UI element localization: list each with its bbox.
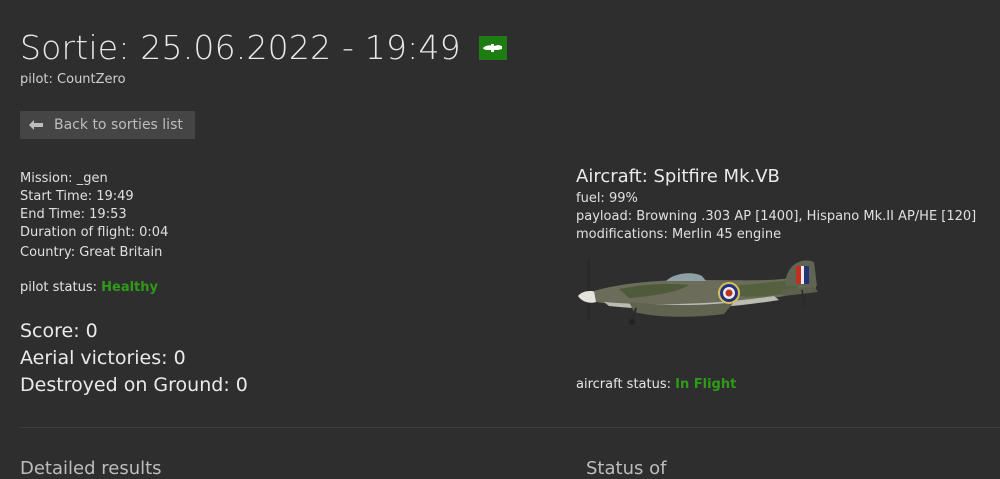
aircraft-status-label: aircraft status: — [576, 377, 671, 392]
aircraft-status: aircraft status: In Flight — [576, 377, 736, 392]
start-time-line: Start Time: 19:49 — [20, 189, 134, 204]
aircraft-info: Aircraft: Spitfire Mk.VB fuel: 99% paylo… — [576, 166, 976, 244]
country-flag-icon — [478, 35, 507, 60]
ground-destroyed-line: Destroyed on Ground: 0 — [20, 374, 248, 396]
detailed-results-heading: Detailed results — [20, 458, 162, 479]
pilot-status: pilot status: Healthy — [20, 280, 158, 295]
mission-line: Mission: _gen — [20, 171, 108, 186]
back-button-label: Back to sorties list — [54, 117, 183, 133]
score-summary: Score: 0 Aerial victories: 0 Destroyed o… — [20, 318, 248, 399]
end-time-line: End Time: 19:53 — [20, 207, 127, 222]
aerial-victories-line: Aerial victories: 0 — [20, 347, 186, 369]
back-to-sorties-button[interactable]: Back to sorties list — [20, 111, 195, 139]
status-heading: Status of — [586, 458, 667, 479]
duration-line: Duration of flight: 0:04 — [20, 225, 169, 240]
title-row: Sortie: 25.06.2022 - 19:49 — [20, 28, 507, 67]
aircraft-title: Aircraft: Spitfire Mk.VB — [576, 166, 780, 187]
payload-line: payload: Browning .303 AP [1400], Hispan… — [576, 209, 977, 224]
section-divider — [20, 427, 1000, 428]
arrow-left-icon — [29, 118, 45, 132]
pilot-name: pilot: CountZero — [20, 72, 126, 87]
modifications-line: modifications: Merlin 45 engine — [576, 227, 782, 242]
page-title: Sortie: 25.06.2022 - 19:49 — [20, 28, 461, 67]
score-line: Score: 0 — [20, 320, 98, 342]
spitfire-image — [574, 256, 824, 326]
aircraft-status-value: In Flight — [675, 377, 737, 392]
country-line: Country: Great Britain — [20, 245, 163, 260]
pilot-status-label: pilot status: — [20, 280, 97, 295]
sortie-details: Mission: _gen Start Time: 19:49 End Time… — [20, 170, 168, 262]
fuel-line: fuel: 99% — [576, 191, 638, 206]
pilot-status-value: Healthy — [101, 280, 158, 295]
